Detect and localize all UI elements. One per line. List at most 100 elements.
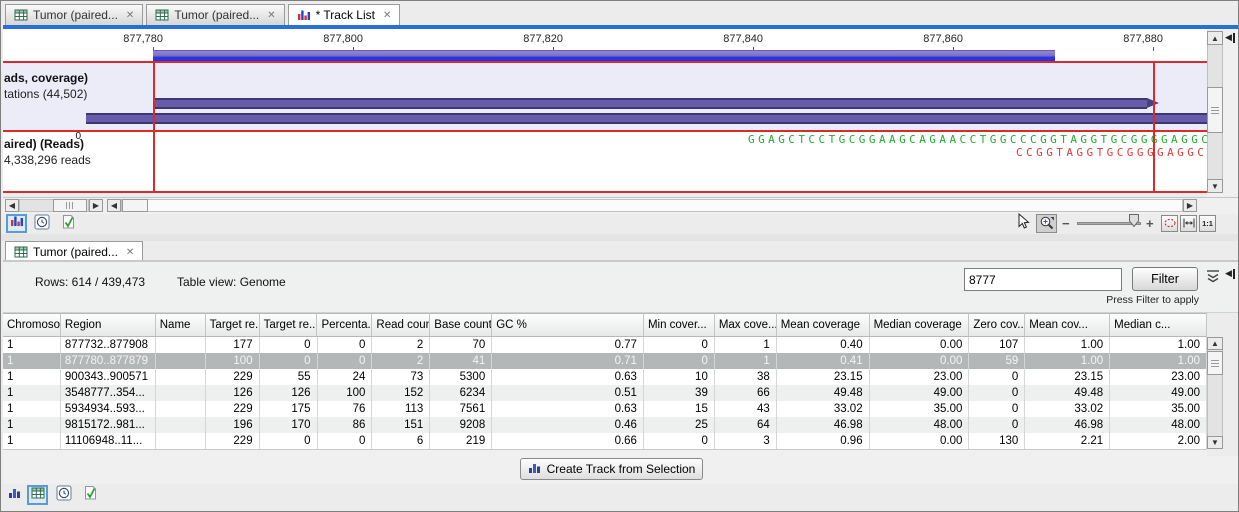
table-row[interactable]: 1900343..90057122955247353000.63103823.1…: [3, 369, 1207, 385]
table-row[interactable]: 1877732..877908177002700.77010.400.00107…: [3, 337, 1207, 353]
column-header[interactable]: Target re...: [206, 313, 260, 337]
scrollbar-thumb[interactable]: [53, 199, 87, 212]
cursor-arrow-icon: [1016, 213, 1030, 234]
table-cell: 126: [260, 385, 318, 401]
annotation-bar[interactable]: [153, 98, 1147, 109]
scroll-left-button[interactable]: ◀: [107, 199, 121, 212]
filter-button[interactable]: Filter: [1132, 267, 1198, 291]
filter-options-button[interactable]: [1204, 271, 1222, 287]
scrollbar-thumb[interactable]: [122, 199, 148, 212]
element-info-button[interactable]: [81, 486, 99, 504]
table-cell: 1.00: [1025, 337, 1110, 353]
column-header[interactable]: Zero cov...: [969, 313, 1025, 337]
zoom-out-button[interactable]: −: [1062, 216, 1070, 231]
column-header[interactable]: Name: [156, 313, 206, 337]
zoom-tool-button[interactable]: [1036, 214, 1057, 233]
scroll-right-button[interactable]: ▶: [1183, 199, 1197, 212]
column-header[interactable]: Max cove...: [715, 313, 777, 337]
close-icon[interactable]: ✕: [126, 10, 134, 21]
table-row[interactable]: 13548777..354...12612610015262340.513966…: [3, 385, 1207, 401]
column-header[interactable]: Base count: [430, 313, 492, 337]
table-row[interactable]: 19815172..981...1961708615192080.4625644…: [3, 417, 1207, 433]
collapse-side-panel-button[interactable]: ◀: [1225, 268, 1235, 279]
panel-divider[interactable]: [1, 234, 1239, 241]
close-icon[interactable]: ✕: [126, 247, 134, 258]
table-row[interactable]: 1877780..877879100002410.71010.410.00591…: [3, 353, 1207, 369]
table-cell: 73: [372, 369, 430, 385]
element-info-button[interactable]: [59, 215, 77, 233]
zoom-to-selection-button[interactable]: [1161, 215, 1178, 232]
column-header[interactable]: Percenta...: [317, 313, 372, 337]
table-icon: [155, 8, 169, 22]
ruler-tick-label: 877,820: [483, 33, 563, 45]
scroll-right-button[interactable]: ▶: [89, 199, 103, 212]
close-icon[interactable]: ✕: [383, 10, 391, 21]
table-cell: 46.98: [1025, 417, 1110, 433]
coverage-track-subtitle: tations (44,502): [4, 87, 87, 101]
table-cell: 39: [644, 385, 715, 401]
column-header[interactable]: Region: [61, 313, 156, 337]
scrollbar-thumb[interactable]: [1207, 87, 1223, 133]
one-to-one-zoom-button[interactable]: 1:1: [1199, 215, 1216, 232]
read-sequence-reverse[interactable]: CCGGTAGGTGCGGGGAGGC: [1016, 146, 1207, 159]
table-cell: 59: [969, 353, 1025, 369]
tab-tumor-table-3[interactable]: Tumor (paired...✕: [5, 241, 143, 262]
table-cell: 877780..877879: [61, 353, 156, 369]
zoom-slider-thumb[interactable]: [1129, 216, 1139, 229]
table-cell: 0: [318, 337, 373, 353]
column-header[interactable]: Min cover...: [644, 313, 715, 337]
bar-chart-icon: [528, 461, 541, 477]
table-cell: 23.00: [1110, 369, 1207, 385]
table-cell: 86: [318, 417, 373, 433]
selection-overview-bar[interactable]: [153, 50, 1055, 61]
history-view-button[interactable]: [55, 486, 73, 504]
scrollbar-thumb[interactable]: [1207, 351, 1223, 375]
track-view-button[interactable]: [6, 214, 27, 233]
table-cell: 130: [969, 433, 1025, 449]
scroll-up-button[interactable]: ▲: [1207, 31, 1223, 45]
close-icon[interactable]: ✕: [267, 10, 275, 21]
table-view-toolbar: [3, 484, 1238, 510]
collapse-side-panel-button[interactable]: ◀: [1225, 32, 1235, 43]
read-sequence-forward[interactable]: GGAGCTCCTGCGGAAGCAGAACCTGGCCCGGTAGGTGCGG…: [748, 133, 1211, 146]
table-view-button[interactable]: [27, 485, 48, 505]
scroll-down-button[interactable]: ▼: [1207, 179, 1223, 193]
table-cell: 49.48: [777, 385, 870, 401]
scroll-down-button[interactable]: ▼: [1207, 436, 1223, 449]
column-header[interactable]: GC %: [492, 313, 644, 337]
column-header[interactable]: Chromoso...: [3, 313, 61, 337]
column-header[interactable]: Read count: [372, 313, 430, 337]
table-cell: 9208: [430, 417, 492, 433]
column-header[interactable]: Median c...: [1110, 313, 1207, 337]
table-cell: 23.15: [1025, 369, 1110, 385]
filter-input[interactable]: [964, 268, 1122, 291]
annotation-bar[interactable]: [86, 113, 1207, 124]
fit-width-button[interactable]: [1180, 215, 1197, 232]
table-cell: 170: [260, 417, 318, 433]
selection-tool-button[interactable]: [1015, 214, 1031, 232]
table-cell: 0.63: [492, 369, 644, 385]
table-cell: 196: [206, 417, 260, 433]
genomics-workbench-window: Tumor (paired...✕Tumor (paired...✕* Trac…: [0, 0, 1239, 512]
column-header[interactable]: Median coverage: [870, 313, 970, 337]
tab-track-list[interactable]: * Track List✕: [288, 4, 401, 25]
column-header[interactable]: Mean coverage: [777, 313, 870, 337]
create-track-button-label: Create Track from Selection: [547, 462, 696, 476]
table-cell: 1: [3, 433, 61, 449]
scroll-left-button[interactable]: ◀: [5, 199, 19, 212]
table-cell: 0: [969, 417, 1025, 433]
table-row[interactable]: 15934934..593...2291757611375610.6315433…: [3, 401, 1207, 417]
track-view-button[interactable]: [7, 488, 21, 502]
column-header[interactable]: Target re...: [260, 313, 318, 337]
history-view-button[interactable]: [33, 215, 51, 233]
column-header[interactable]: Mean cov...: [1025, 313, 1110, 337]
zoom-in-button[interactable]: +: [1146, 216, 1154, 231]
table-row[interactable]: 111106948..11...2290062190.66030.960.001…: [3, 433, 1207, 449]
tab-tumor-table-2[interactable]: Tumor (paired...✕: [146, 4, 284, 25]
scrollbar-track[interactable]: [121, 199, 1183, 212]
create-track-from-selection-button[interactable]: Create Track from Selection: [520, 458, 703, 480]
collapse-arrow-icon: ◀: [1225, 32, 1232, 43]
scroll-up-button[interactable]: ▲: [1207, 337, 1223, 350]
tab-tumor-table-1[interactable]: Tumor (paired...✕: [5, 4, 143, 25]
track-list-icon: [10, 214, 24, 233]
